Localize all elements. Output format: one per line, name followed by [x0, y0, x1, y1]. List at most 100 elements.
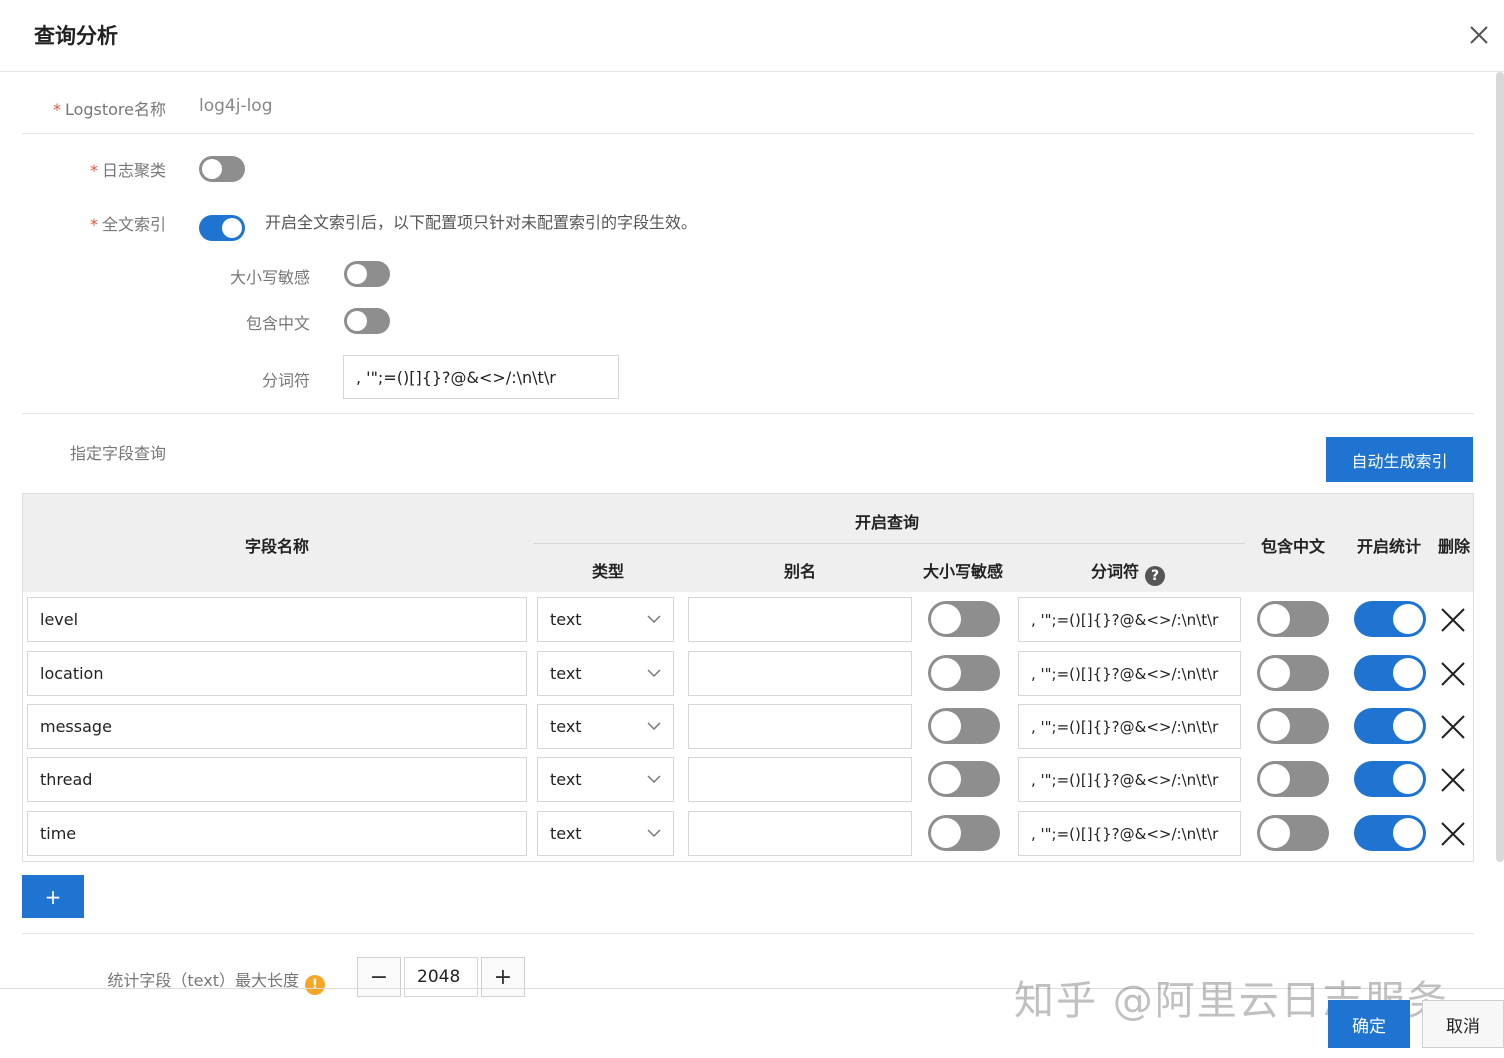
dialog-header: 查询分析 — [0, 0, 1504, 72]
row-enable-stats-toggle[interactable] — [1354, 708, 1426, 744]
header-field-name: 字段名称 — [245, 537, 310, 556]
table-header: 字段名称 开启查询 类型 别名 大小写敏感 分词符? 包含中文 开启统计 删除 — [23, 494, 1473, 592]
decrement-button[interactable]: − — [357, 957, 401, 997]
alias-input[interactable] — [688, 704, 912, 749]
field-name-input[interactable]: thread — [27, 757, 527, 802]
delete-x-icon[interactable] — [1440, 607, 1466, 633]
increment-button[interactable]: + — [481, 957, 525, 997]
row-tokenizer-input[interactable]: , '";=()[]{}?@&<>/:\n\t\r — [1018, 757, 1241, 802]
log-cluster-toggle[interactable] — [199, 156, 245, 182]
field-name-input[interactable]: location — [27, 651, 527, 696]
row-tokenizer-input[interactable]: , '";=()[]{}?@&<>/:\n\t\r — [1018, 651, 1241, 696]
header-enable-stats: 开启统计 — [1357, 537, 1422, 556]
help-icon[interactable]: ? — [1145, 566, 1166, 586]
alias-input[interactable] — [688, 811, 912, 856]
field-name-input[interactable]: level — [27, 597, 527, 642]
warning-icon[interactable]: ! — [305, 975, 325, 995]
case-sensitive-label: 大小写敏感 — [229, 268, 310, 287]
field-index-table: 字段名称 开启查询 类型 别名 大小写敏感 分词符? 包含中文 开启统计 删除 … — [22, 493, 1474, 862]
type-select-value: text — [550, 610, 582, 629]
max-length-label: 统计字段（text）最大长度! — [40, 967, 325, 995]
row-tokenizer-input[interactable]: , '";=()[]{}?@&<>/:\n\t\r — [1018, 597, 1241, 642]
add-field-button[interactable]: + — [22, 875, 84, 918]
row-enable-stats-toggle[interactable] — [1354, 601, 1426, 637]
chevron-down-icon — [647, 669, 661, 678]
max-length-input[interactable]: 2048 — [404, 957, 478, 997]
dialog-title: 查询分析 — [34, 24, 118, 48]
logstore-label: * Logstore名称 — [30, 96, 166, 120]
row-enable-stats-toggle[interactable] — [1354, 761, 1426, 797]
header-case-sensitive: 大小写敏感 — [923, 562, 1004, 581]
chevron-down-icon — [647, 775, 661, 784]
header-enable-query: 开启查询 — [855, 513, 920, 532]
tokenizer-input[interactable]: , '";=()[]{}?@&<>/:\n\t\r — [343, 355, 619, 399]
header-divider — [533, 543, 1245, 544]
type-select[interactable]: text — [537, 704, 674, 749]
close-icon[interactable] — [1466, 22, 1492, 48]
scrollbar[interactable] — [1496, 72, 1504, 862]
alias-input[interactable] — [688, 597, 912, 642]
header-delete: 删除 — [1438, 537, 1471, 556]
chevron-down-icon — [647, 722, 661, 731]
type-select[interactable]: text — [537, 597, 674, 642]
row-include-chinese-toggle[interactable] — [1257, 815, 1329, 851]
tokenizer-label: 分词符 — [261, 371, 310, 390]
required-mark: * — [89, 215, 98, 234]
type-select-value: text — [550, 770, 582, 789]
row-case-sensitive-toggle[interactable] — [928, 601, 1000, 637]
row-include-chinese-toggle[interactable] — [1257, 708, 1329, 744]
row-enable-stats-toggle[interactable] — [1354, 655, 1426, 691]
type-select[interactable]: text — [537, 651, 674, 696]
row-tokenizer-input[interactable]: , '";=()[]{}?@&<>/:\n\t\r — [1018, 811, 1241, 856]
row-tokenizer-input[interactable]: , '";=()[]{}?@&<>/:\n\t\r — [1018, 704, 1241, 749]
row-include-chinese-toggle[interactable] — [1257, 655, 1329, 691]
logstore-label-text: Logstore名称 — [64, 100, 166, 119]
header-tokenizer: 分词符? — [1091, 558, 1166, 586]
alias-input[interactable] — [688, 651, 912, 696]
delete-x-icon[interactable] — [1440, 821, 1466, 847]
type-select[interactable]: text — [537, 811, 674, 856]
delete-x-icon[interactable] — [1440, 767, 1466, 793]
row-case-sensitive-toggle[interactable] — [928, 655, 1000, 691]
log-cluster-label: * 日志聚类 — [30, 157, 166, 181]
row-case-sensitive-toggle[interactable] — [928, 815, 1000, 851]
chevron-down-icon — [647, 615, 661, 624]
header-alias: 别名 — [784, 562, 817, 581]
field-name-input[interactable]: time — [27, 811, 527, 856]
required-mark: * — [89, 161, 98, 180]
fulltext-toggle[interactable] — [199, 215, 245, 241]
row-include-chinese-toggle[interactable] — [1257, 601, 1329, 637]
log-cluster-label-text: 日志聚类 — [101, 161, 166, 180]
row-case-sensitive-toggle[interactable] — [928, 761, 1000, 797]
header-type: 类型 — [592, 562, 625, 581]
type-select-value: text — [550, 664, 582, 683]
field-name-input[interactable]: message — [27, 704, 527, 749]
case-sensitive-toggle[interactable] — [344, 261, 390, 287]
field-query-label: 指定字段查询 — [69, 444, 166, 463]
type-select[interactable]: text — [537, 757, 674, 802]
fulltext-label-text: 全文索引 — [101, 215, 166, 234]
divider — [22, 413, 1474, 414]
divider — [22, 133, 1474, 134]
header-tokenizer-text: 分词符 — [1091, 562, 1140, 581]
delete-x-icon[interactable] — [1440, 714, 1466, 740]
include-chinese-label: 包含中文 — [245, 314, 310, 333]
row-case-sensitive-toggle[interactable] — [928, 708, 1000, 744]
chevron-down-icon — [647, 829, 661, 838]
alias-input[interactable] — [688, 757, 912, 802]
type-select-value: text — [550, 824, 582, 843]
divider — [22, 933, 1474, 934]
required-mark: * — [52, 100, 61, 119]
row-include-chinese-toggle[interactable] — [1257, 761, 1329, 797]
delete-x-icon[interactable] — [1440, 661, 1466, 687]
type-select-value: text — [550, 717, 582, 736]
cancel-button[interactable]: 取消 — [1422, 1000, 1504, 1048]
header-include-chinese: 包含中文 — [1261, 537, 1326, 556]
fulltext-label: * 全文索引 — [30, 211, 166, 235]
confirm-button[interactable]: 确定 — [1328, 1000, 1410, 1048]
fulltext-hint: 开启全文索引后，以下配置项只针对未配置索引的字段生效。 — [265, 213, 698, 232]
include-chinese-toggle[interactable] — [344, 308, 390, 334]
auto-generate-index-button[interactable]: 自动生成索引 — [1326, 437, 1473, 482]
row-enable-stats-toggle[interactable] — [1354, 815, 1426, 851]
logstore-value: log4j-log — [199, 96, 273, 116]
